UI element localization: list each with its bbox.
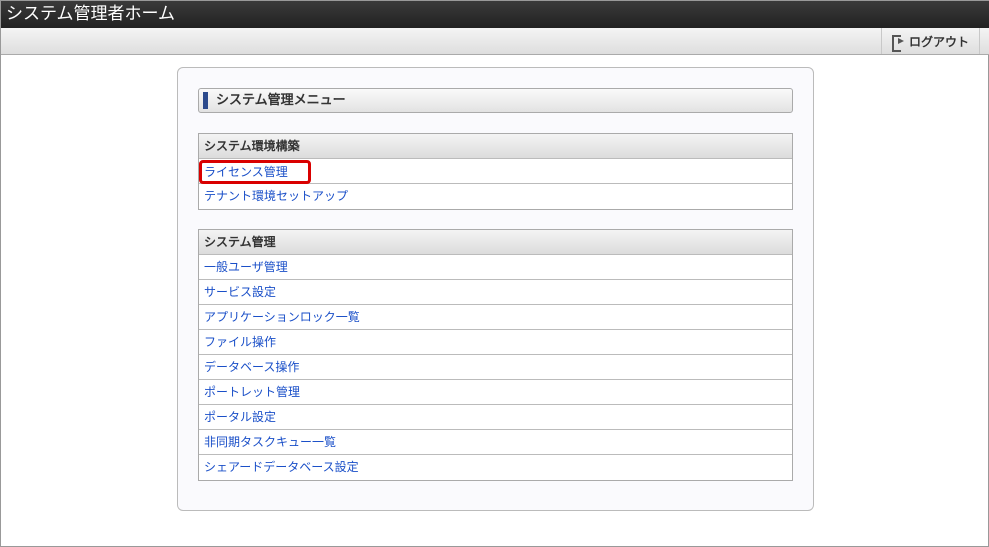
section-header: システム環境構築: [199, 134, 792, 159]
list-item: シェアードデータベース設定: [199, 455, 792, 480]
logout-icon: [891, 34, 904, 52]
system-menu-panel: システム管理メニュー システム環境構築 ライセンス管理 テナント環境セットアップ…: [177, 67, 814, 511]
link-user-management[interactable]: 一般ユーザ管理: [204, 260, 288, 274]
link-application-lock-list[interactable]: アプリケーションロック一覧: [204, 310, 360, 324]
link-portlet-management[interactable]: ポートレット管理: [204, 385, 300, 399]
list-item: テナント環境セットアップ: [199, 184, 792, 209]
menu-title: システム管理メニュー: [198, 88, 793, 113]
app-title: システム管理者ホーム: [1, 1, 989, 28]
section-header: システム管理: [199, 230, 792, 255]
link-license-management[interactable]: ライセンス管理: [204, 165, 288, 179]
list-item: 一般ユーザ管理: [199, 255, 792, 280]
list-item: ファイル操作: [199, 330, 792, 355]
link-portal-settings[interactable]: ポータル設定: [204, 410, 276, 424]
list-item: サービス設定: [199, 280, 792, 305]
section-system-environment: システム環境構築 ライセンス管理 テナント環境セットアップ: [198, 133, 793, 210]
link-async-task-queue[interactable]: 非同期タスクキュー一覧: [204, 435, 336, 449]
highlight-box: ライセンス管理: [199, 160, 311, 184]
link-tenant-setup[interactable]: テナント環境セットアップ: [204, 189, 348, 203]
list-item: 非同期タスクキュー一覧: [199, 430, 792, 455]
list-item: ライセンス管理: [199, 159, 792, 184]
list-item: ポートレット管理: [199, 380, 792, 405]
toolbar: ログアウト: [1, 28, 989, 55]
section-system-management: システム管理 一般ユーザ管理 サービス設定 アプリケーションロック一覧 ファイル…: [198, 229, 793, 481]
list-item: データベース操作: [199, 355, 792, 380]
link-service-settings[interactable]: サービス設定: [204, 285, 276, 299]
list-item: アプリケーションロック一覧: [199, 305, 792, 330]
list-item: ポータル設定: [199, 405, 792, 430]
logout-label: ログアウト: [908, 34, 969, 49]
link-file-operations[interactable]: ファイル操作: [204, 335, 276, 349]
link-database-operations[interactable]: データベース操作: [204, 360, 299, 374]
link-shared-database-settings[interactable]: シェアードデータベース設定: [204, 460, 359, 474]
logout-button[interactable]: ログアウト: [881, 28, 980, 54]
